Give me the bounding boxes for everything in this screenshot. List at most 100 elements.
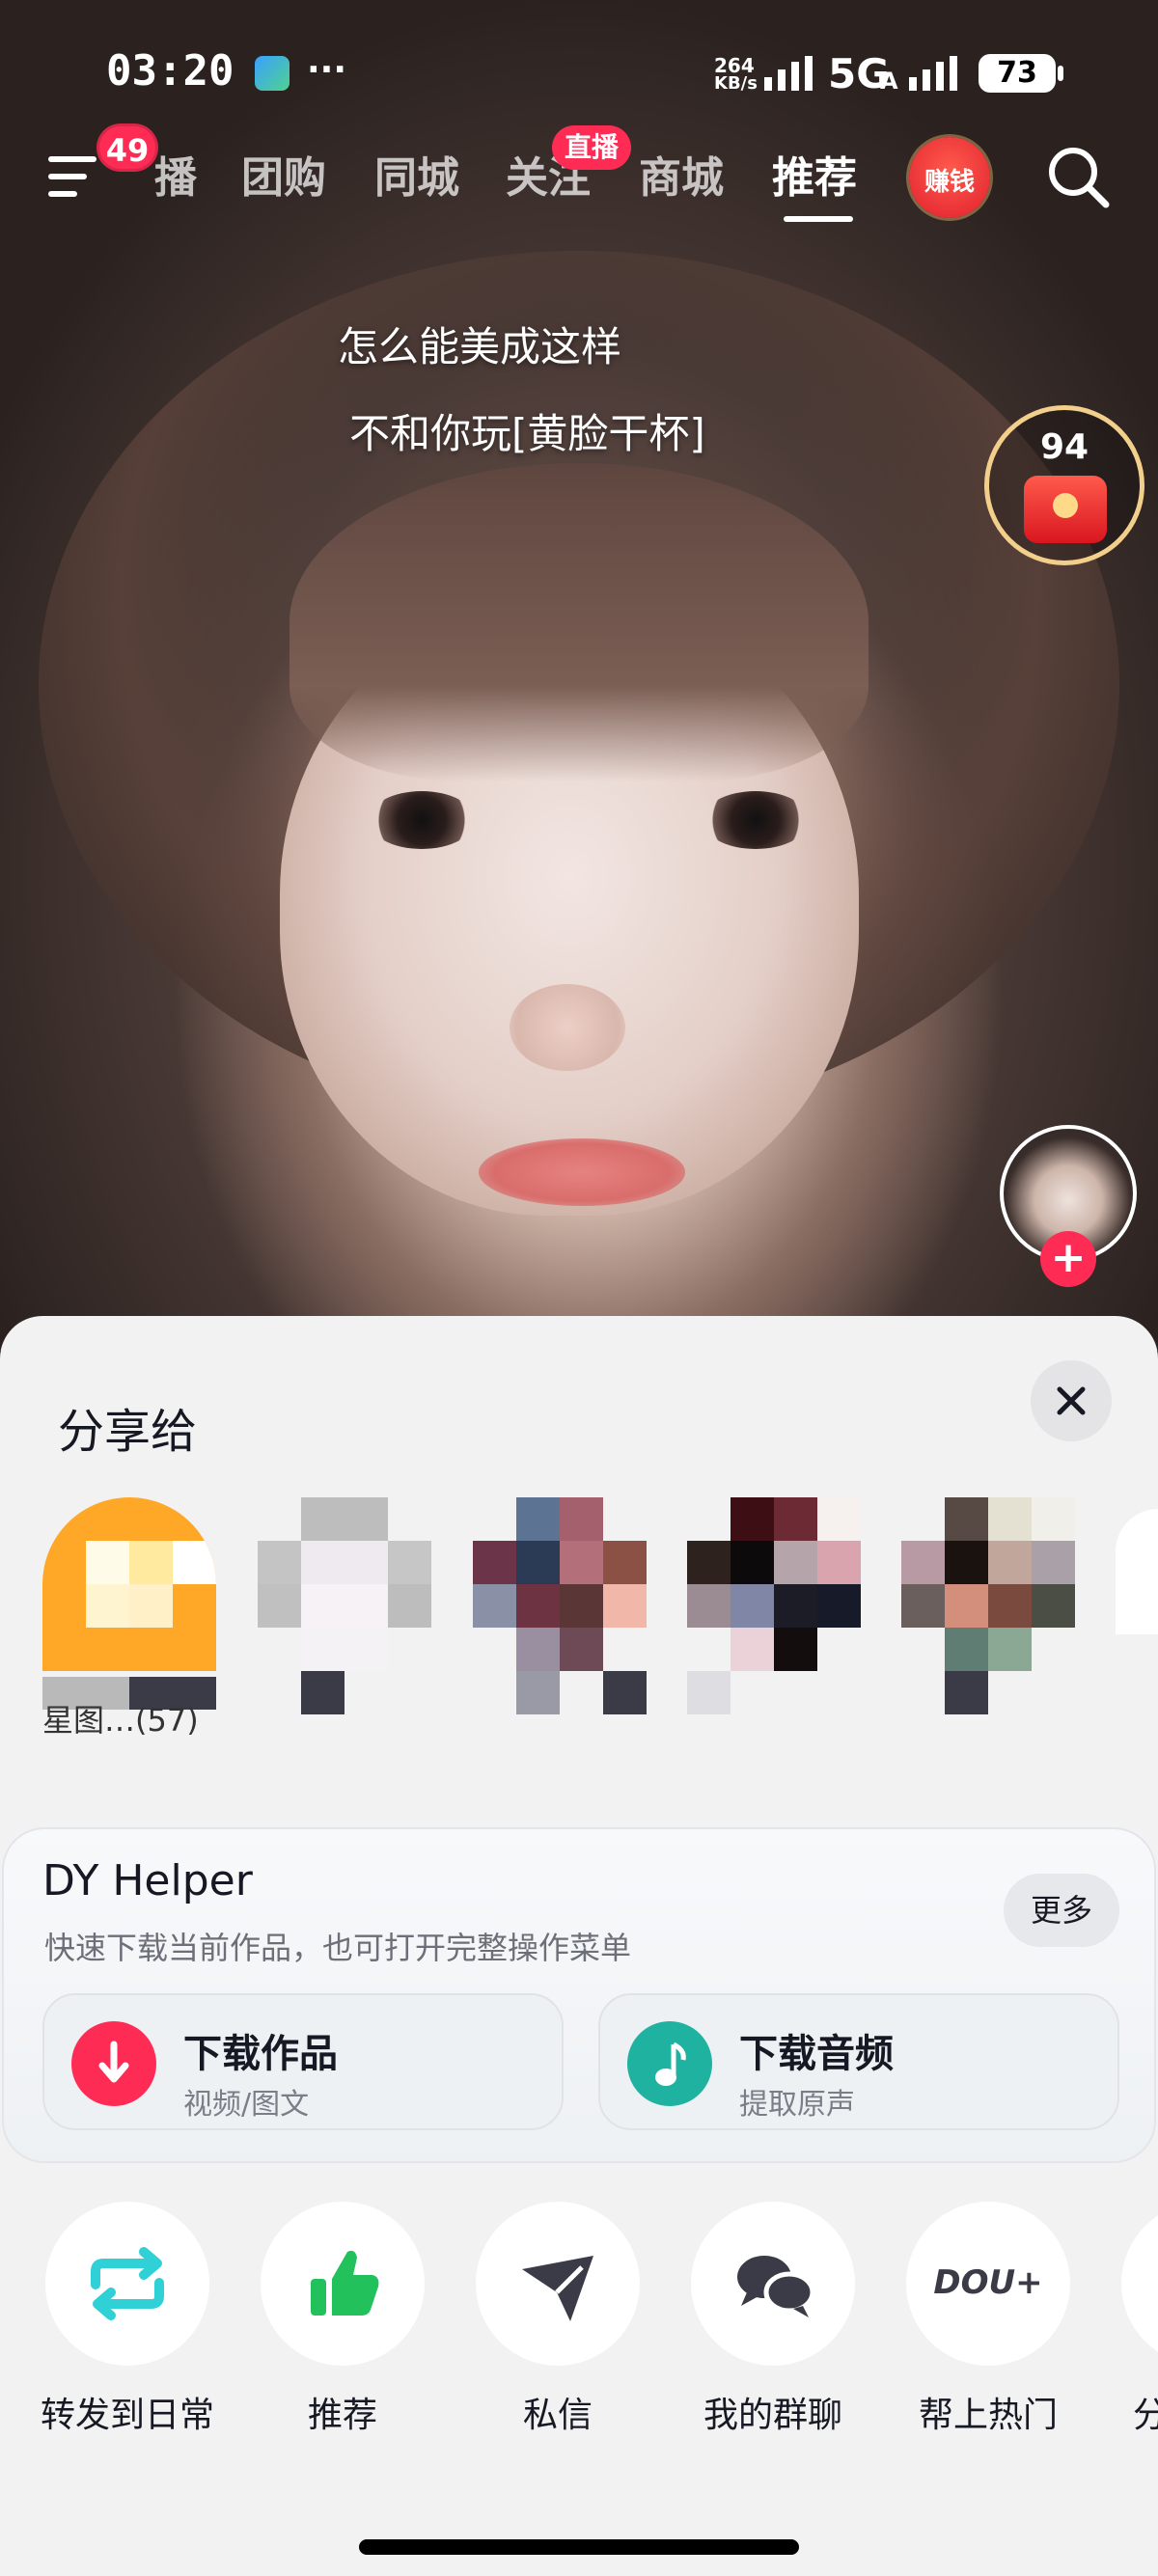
avatar-pixel <box>301 1671 345 1714</box>
status-time: 03:20 <box>106 46 234 96</box>
reward-count: 94 <box>1039 427 1089 467</box>
contact-name: 星图…(57) <box>42 1702 199 1739</box>
avatar-pixel <box>173 1541 216 1584</box>
avatar-pixel <box>603 1541 647 1584</box>
action-repost-label: 转发到日常 <box>40 2396 214 2435</box>
avatar-pixel <box>731 1497 774 1541</box>
helper-title: DY Helper <box>42 1856 253 1905</box>
avatar-pixel <box>817 1497 861 1541</box>
contact-item[interactable] <box>258 1497 431 1714</box>
action-direct-message[interactable]: 私信 <box>476 2202 640 2435</box>
avatar-pixel <box>603 1671 647 1714</box>
avatar-pixel <box>301 1584 388 1628</box>
avatar-pixel <box>945 1497 988 1541</box>
avatar-pixel <box>988 1584 1032 1628</box>
avatar-pixel <box>301 1541 388 1584</box>
avatar-pixel <box>516 1671 560 1714</box>
tab-group-buy[interactable]: 团购 <box>241 143 326 205</box>
contact-avatar <box>258 1497 431 1714</box>
avatar-pixel <box>731 1584 774 1628</box>
close-button[interactable] <box>1031 1360 1112 1441</box>
download-video-label: 下载作品 <box>183 2032 338 2076</box>
tab-mall[interactable]: 商城 <box>639 143 724 205</box>
download-audio-label: 下载音频 <box>739 2032 894 2076</box>
tab-recommend[interactable]: 推荐 <box>772 143 857 205</box>
menu-button[interactable] <box>48 152 104 201</box>
contact-item[interactable]: 星图…(57) <box>42 1497 216 1739</box>
avatar-pixel <box>988 1497 1032 1541</box>
avatar-pixel <box>774 1497 817 1541</box>
avatar-pixel <box>388 1584 431 1628</box>
video-bangs <box>290 463 868 781</box>
dou-plus-text: DOU+ <box>933 2263 1043 2302</box>
contact-item-partial[interactable] <box>1116 1509 1158 1634</box>
video-lips <box>479 1138 685 1206</box>
video-eye-left <box>369 791 475 849</box>
thumbs-up-icon <box>261 2202 425 2366</box>
menu-badge: 49 <box>96 123 158 172</box>
contact-avatar <box>901 1497 1075 1714</box>
reward-widget[interactable]: 94 <box>984 405 1144 565</box>
action-repost[interactable]: 转发到日常 <box>41 2202 214 2435</box>
action-share-more[interactable]: 分 <box>1121 2202 1158 2433</box>
avatar-pixel <box>129 1541 173 1584</box>
share-sheet: 分享给 星图…(57) DY Helper 快速下载当前作品，也可打开完整操作菜… <box>0 1316 1158 2576</box>
share-sheet-title: 分享给 <box>58 1405 198 1459</box>
avatar-pixel <box>516 1497 560 1541</box>
avatar-pixel <box>516 1541 560 1584</box>
more-button[interactable]: 更多 <box>1004 1874 1119 1947</box>
active-tab-indicator <box>784 216 853 222</box>
follow-button[interactable]: + <box>1040 1231 1096 1287</box>
avatar-pixel <box>129 1584 173 1628</box>
video-caption-line-2: 不和你玩[黄脸干杯] <box>349 410 705 457</box>
signal-icon <box>764 56 814 91</box>
download-audio-sub: 提取原声 <box>739 2088 855 2122</box>
action-share-more-label: 分 <box>1133 2396 1158 2433</box>
avatar-pixel <box>1032 1584 1075 1628</box>
contact-avatar <box>687 1497 861 1714</box>
menu-icon <box>48 156 96 197</box>
download-arrow-icon <box>71 2021 156 2106</box>
avatar-pixel <box>817 1541 861 1584</box>
avatar-pixel <box>687 1584 731 1628</box>
action-recommend-label: 推荐 <box>307 2396 377 2435</box>
avatar-pixel <box>388 1541 431 1584</box>
battery-tip <box>1058 66 1063 81</box>
battery-level: 73 <box>997 56 1037 90</box>
avatar-pixel <box>1032 1541 1075 1584</box>
earn-money-button[interactable]: 赚钱 <box>909 137 990 218</box>
action-recommend[interactable]: 推荐 <box>261 2202 425 2435</box>
avatar-pixel <box>901 1541 945 1584</box>
download-audio-button[interactable]: 下载音频 提取原声 <box>598 1993 1119 2130</box>
contact-avatar <box>473 1497 647 1714</box>
action-group-chat-label: 我的群聊 <box>703 2396 842 2435</box>
signal-icon-2 <box>909 56 959 91</box>
dy-helper-card: DY Helper 快速下载当前作品，也可打开完整操作菜单 更多 下载作品 视频… <box>2 1827 1156 2163</box>
action-group-chat[interactable]: 我的群聊 <box>691 2202 855 2435</box>
search-button[interactable] <box>1046 145 1114 212</box>
avatar-pixel <box>258 1584 301 1628</box>
contact-avatar <box>42 1497 216 1671</box>
download-video-sub: 视频/图文 <box>183 2088 310 2122</box>
avatar-pixel <box>473 1541 516 1584</box>
avatar-pixel <box>301 1628 388 1671</box>
tab-nearby[interactable]: 同城 <box>374 143 459 205</box>
action-dou-plus[interactable]: DOU+ 帮上热门 <box>906 2202 1070 2435</box>
search-icon <box>1049 148 1110 208</box>
avatar-pixel <box>560 1628 603 1671</box>
contact-item[interactable] <box>687 1497 861 1714</box>
avatar-pixel <box>774 1628 817 1671</box>
tab-live[interactable]: 播 <box>154 143 197 205</box>
plus-icon: + <box>1050 1233 1087 1282</box>
avatar-pixel <box>516 1584 560 1628</box>
contact-item[interactable] <box>473 1497 647 1714</box>
avatar-pixel <box>945 1541 988 1584</box>
avatar-pixel <box>560 1584 603 1628</box>
avatar-pixel <box>988 1628 1032 1671</box>
action-dou-plus-label: 帮上热门 <box>918 2396 1058 2435</box>
dou-plus-icon: DOU+ <box>906 2202 1070 2366</box>
home-indicator[interactable] <box>359 2539 799 2555</box>
contact-item[interactable] <box>901 1497 1075 1714</box>
download-video-button[interactable]: 下载作品 视频/图文 <box>42 1993 564 2130</box>
live-badge: 直播 <box>552 125 631 170</box>
